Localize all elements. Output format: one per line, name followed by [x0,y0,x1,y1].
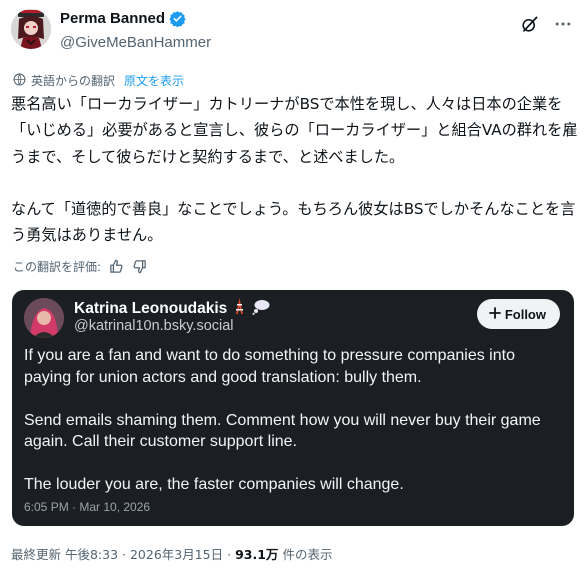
embed-author-avatar [24,298,64,338]
thumbs-down-icon[interactable] [132,259,147,274]
embedded-post-image[interactable]: Katrina Leonoudakis @katrinal10n.bsky.so… [12,290,574,526]
author-name[interactable]: Perma Banned [60,10,165,27]
follow-button: Follow [476,299,560,329]
embed-body: If you are a fan and want to do somethin… [24,345,564,496]
rate-translation-label: この翻訳を評価: [13,260,102,274]
embed-paragraph-2: Send emails shaming them. Comment how yo… [24,411,541,451]
grok-icon[interactable] [520,15,539,34]
thought-bubble-emoji [252,299,270,320]
follow-label: Follow [504,306,546,322]
translate-icon [13,73,26,89]
rate-translation-row: この翻訳を評価: [13,258,147,275]
tweet-paragraph-2: なんて「道徳的で善良」なことでしょう。もちろん彼女はBSでしかそんなことを言う勇… [11,199,576,245]
embed-author-name-row: Katrina Leonoudakis [74,298,270,320]
author-avatar[interactable] [11,9,51,49]
translated-from-label: 英語からの翻訳 [31,74,116,88]
last-updated-timestamp[interactable]: 最終更新 午後8:33 · 2026年3月15日 · [11,544,231,563]
plus-icon [488,306,501,322]
embed-paragraph-1: If you are a fan and want to do somethin… [24,347,515,386]
tweet-paragraph-1: 悪名高い「ローカライザー」カトリーナがBSで本性を現し、人々は日本の企業を「いじ… [11,95,578,166]
tweet-meta-row: 最終更新 午後8:33 · 2026年3月15日 · 93.1万 件の表示 [11,544,332,563]
tokyo-tower-emoji [233,298,246,320]
show-original-link[interactable]: 原文を表示 [124,72,184,89]
author-handle[interactable]: @GiveMeBanHammer [60,34,211,51]
translation-row: 英語からの翻訳 原文を表示 [13,72,184,89]
author-name-row: Perma Banned [60,10,186,28]
more-dots-icon[interactable] [553,14,573,34]
tweet-text: 悪名高い「ローカライザー」カトリーナがBSで本性を現し、人々は日本の企業を「いじ… [11,91,579,248]
thumbs-up-icon[interactable] [109,259,124,274]
verified-badge-icon [169,10,186,28]
view-count: 93.1万 [235,547,279,562]
embed-author-handle: @katrinal10n.bsky.social [74,318,234,334]
embed-paragraph-3: The louder you are, the faster companies… [24,476,404,494]
embed-timestamp: 6:05 PM · Mar 10, 2026 [24,500,151,514]
view-count-suffix: 件の表示 [282,547,333,562]
tweet-top-actions [520,14,573,34]
embed-author-name: Katrina Leonoudakis [74,300,228,317]
